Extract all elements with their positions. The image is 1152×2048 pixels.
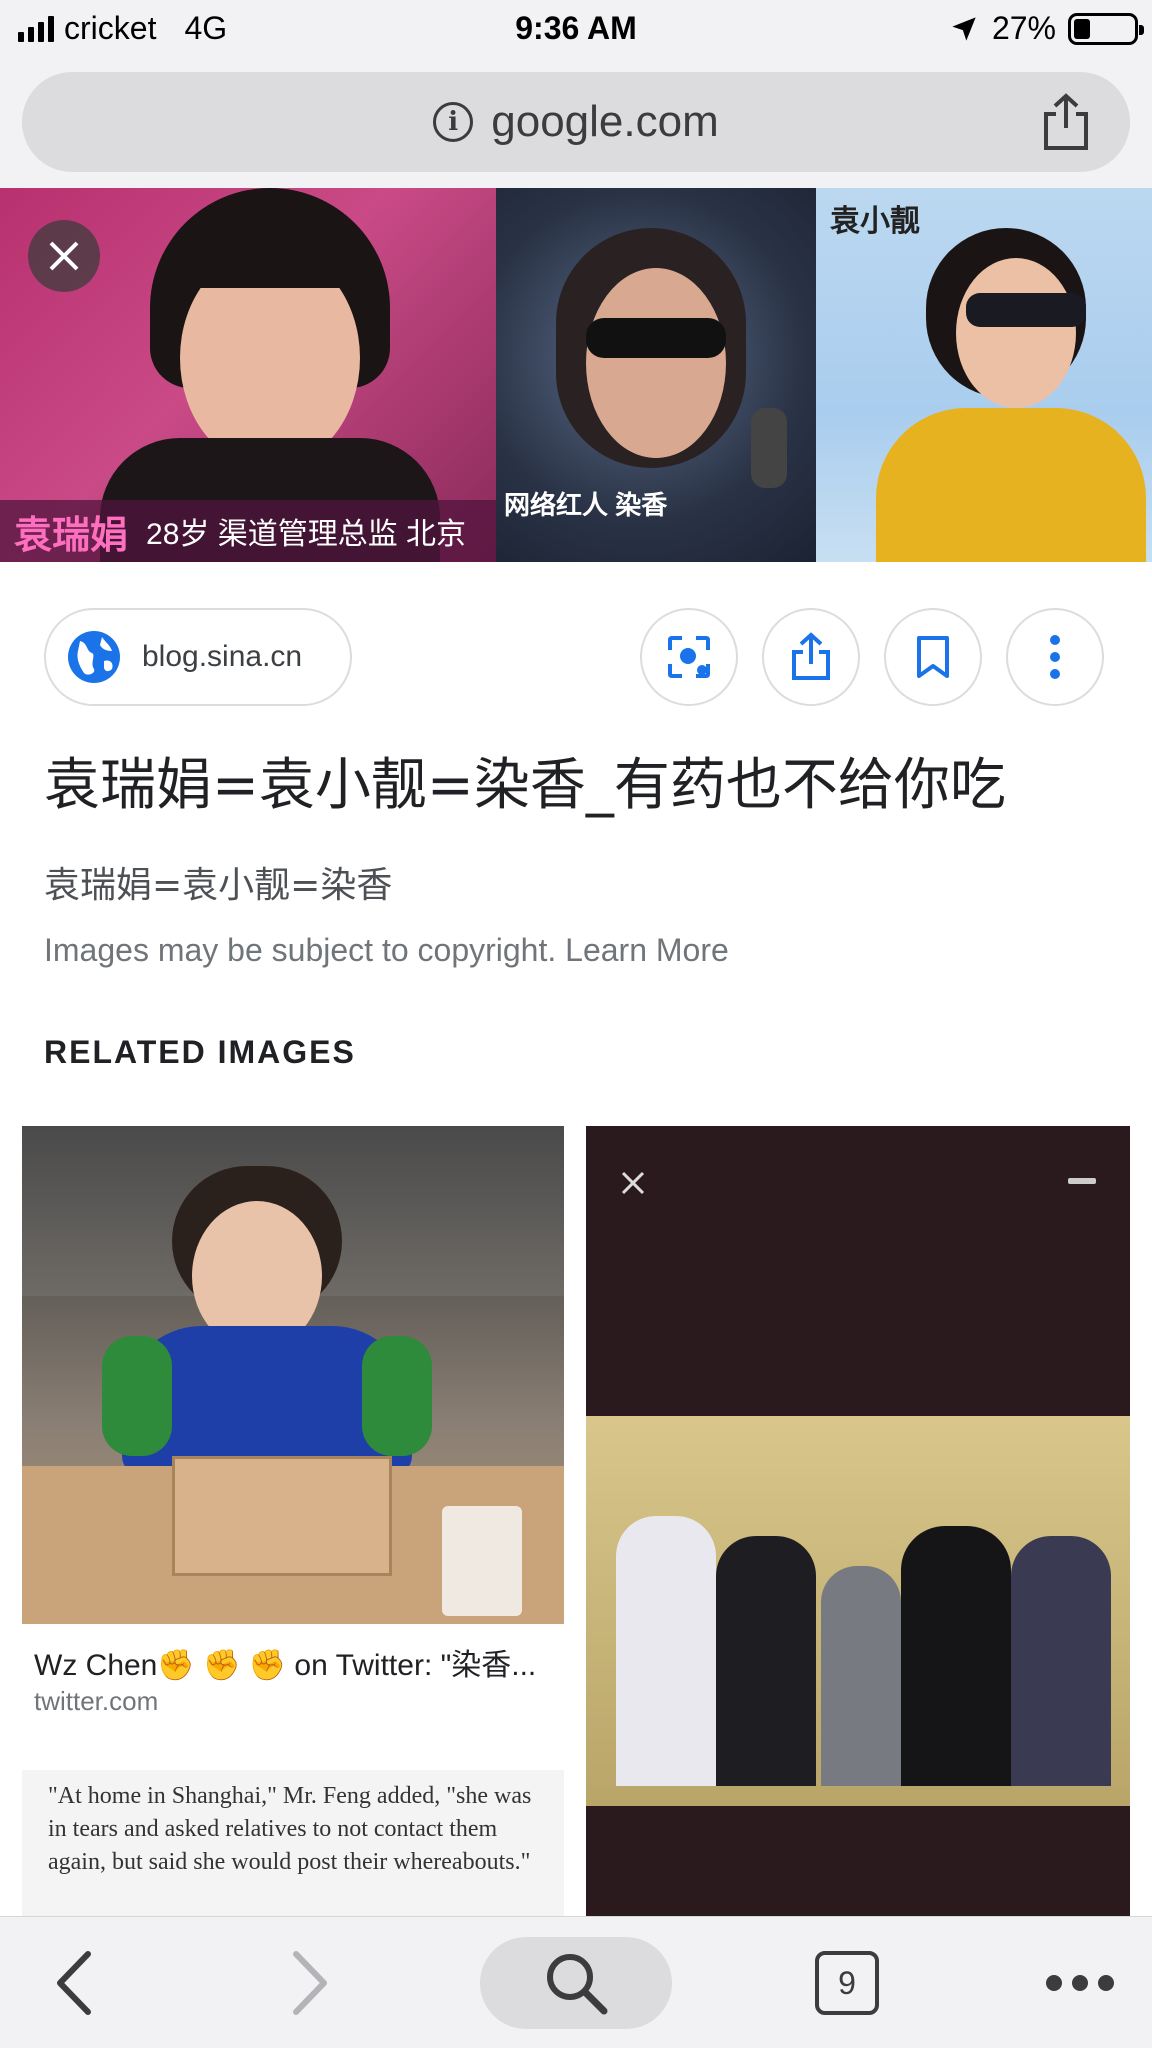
yellow-jacket	[876, 408, 1146, 562]
related-title-1[interactable]: Wz Chen✊ ✊ ✊ on Twitter: "染香...	[34, 1640, 554, 1684]
back-icon	[57, 1951, 91, 2015]
status-bar: cricket 4G 9:36 AM 27%	[0, 0, 1152, 58]
share-button[interactable]	[762, 608, 860, 706]
search-icon	[547, 1954, 608, 2015]
face	[956, 258, 1076, 408]
battery-fill	[1074, 18, 1090, 39]
close-icon	[621, 1171, 645, 1195]
tabs-button[interactable]: 9	[812, 1937, 882, 2029]
hero-panel-2: 网络红人 染香	[496, 188, 816, 562]
browser-chrome: i google.com	[0, 58, 1152, 188]
related-source-1: twitter.com	[34, 1686, 159, 1716]
share-icon[interactable]	[1038, 92, 1094, 152]
hero-caption-1: 袁瑞娟 28岁 渠道管理总监 北京	[0, 500, 496, 562]
forward-icon	[293, 1951, 327, 2015]
lens-icon	[668, 636, 710, 678]
related-image-1[interactable]	[22, 1126, 564, 1624]
tabs-icon: 9	[815, 1951, 879, 2015]
info-icon[interactable]: i	[433, 102, 474, 142]
copyright-notice: Images may be subject to copyright. Lear…	[44, 932, 729, 968]
cup	[442, 1506, 522, 1616]
sunglasses	[966, 293, 1086, 327]
hero-caption-2: 网络红人 染香	[504, 490, 668, 520]
related-image-3[interactable]: "At home in Shanghai," Mr. Feng added, "…	[22, 1770, 564, 1916]
more-icon	[1046, 1975, 1114, 1991]
hero-image[interactable]: 袁瑞娟 28岁 渠道管理总监 北京 网络红人 染香 袁小靓	[0, 188, 1152, 562]
source-link[interactable]: blog.sina.cn	[44, 608, 352, 706]
group-photo	[586, 1416, 1130, 1806]
status-right: 27%	[950, 10, 1144, 47]
lens-button[interactable]	[640, 608, 738, 706]
close-icon	[49, 241, 79, 271]
microphone	[751, 408, 787, 488]
save-button[interactable]	[884, 608, 982, 706]
battery-icon	[1068, 12, 1144, 45]
tab-count: 9	[838, 1964, 856, 2001]
menu-icon	[1068, 1178, 1096, 1184]
hero-panel-3: 袁小靓	[816, 188, 1152, 562]
battery-percent: 27%	[991, 10, 1056, 46]
page-title[interactable]: 袁瑞娟=袁小靓=染香_有药也不给你吃	[44, 740, 1006, 821]
learn-more-link[interactable]: Learn More	[565, 932, 729, 968]
address-bar[interactable]: i google.com	[22, 72, 1130, 172]
more-vert-icon	[1050, 635, 1060, 679]
source-domain: blog.sina.cn	[142, 640, 303, 673]
related-images-heading: RELATED IMAGES	[44, 1034, 356, 1070]
face	[586, 268, 726, 458]
bottom-toolbar: 9	[0, 1916, 1152, 2048]
forward-button[interactable]	[280, 1937, 340, 2029]
bookmark-icon	[917, 636, 949, 678]
food-box	[172, 1456, 392, 1576]
back-button[interactable]	[44, 1937, 104, 2029]
url-text: google.com	[491, 97, 719, 146]
related-image-2[interactable]	[586, 1126, 1130, 1916]
search-button[interactable]	[480, 1937, 672, 2029]
more-button[interactable]	[1040, 1937, 1120, 2029]
globe-icon	[68, 631, 120, 683]
share-icon	[792, 632, 830, 680]
close-button[interactable]	[28, 220, 100, 292]
sunglasses	[586, 318, 726, 358]
page-subtitle: 袁瑞娟=袁小靓=染香	[44, 865, 393, 906]
more-options-button[interactable]	[1006, 608, 1104, 706]
hero-caption-3: 袁小靓	[830, 205, 920, 238]
location-arrow-icon	[952, 16, 976, 41]
